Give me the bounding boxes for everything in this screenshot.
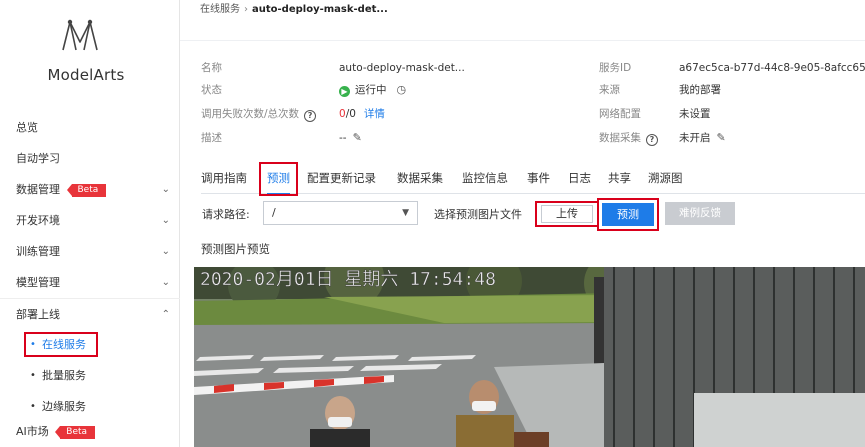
sidebar-item-ai-market[interactable]: AI市场 Beta — [0, 422, 180, 442]
source-label: 来源 — [599, 84, 620, 96]
sidebar-item-label: 开发环境 — [16, 214, 60, 227]
file-label: 选择预测图片文件 — [434, 208, 522, 221]
beta-badge: Beta — [66, 183, 107, 197]
running-icon: ▶ — [339, 86, 350, 97]
service-id-label: 服务ID — [599, 62, 632, 74]
sidebar-subitem-batch-service[interactable]: • 批量服务 — [0, 360, 180, 391]
chevron-up-icon: ⌃ — [161, 309, 170, 320]
path-select[interactable]: / ▼ — [263, 201, 418, 225]
sidebar-subitem-label: 批量服务 — [42, 369, 86, 382]
hard-example-feedback-button[interactable]: 难例反馈 — [665, 202, 735, 225]
sidebar-item-label: 总览 — [16, 121, 38, 134]
edit-icon[interactable]: ✎ — [353, 128, 362, 148]
name-label: 名称 — [201, 62, 222, 74]
upload-button-label: 上传 — [556, 207, 578, 220]
sidebar-item-label: 部署上线 — [16, 308, 60, 321]
preview-scene: 2020-02月01日 星期六 17:54:48 — [194, 267, 865, 447]
sidebar-item-label: 模型管理 — [16, 276, 60, 289]
path-label: 请求路径: — [202, 208, 250, 221]
bullet-icon: • — [30, 401, 36, 412]
desc-label: 描述 — [201, 132, 222, 144]
bullet-icon: • — [30, 370, 36, 381]
sidebar-item-model-management[interactable]: 模型管理 ⌄ — [0, 267, 180, 298]
chevron-down-icon: ⌄ — [161, 184, 170, 195]
sidebar-item-label: AI市场 — [16, 425, 49, 438]
status-value-wrap: ▶ 运行中 ◷ — [339, 80, 406, 100]
beta-badge: Beta — [55, 425, 96, 439]
tab-call-guide[interactable]: 调用指南 — [201, 166, 247, 194]
calls-value-wrap: 0/0 详情 — [339, 104, 385, 124]
desc-value: -- — [339, 132, 347, 144]
sidebar-item-overview[interactable]: 总览 — [0, 112, 180, 143]
breadcrumb: 在线服务 › auto-deploy-mask-det... — [200, 0, 388, 15]
help-icon[interactable]: ? — [304, 110, 317, 122]
tab-lineage[interactable]: 溯源图 — [648, 166, 683, 194]
divider — [180, 40, 865, 41]
timestamp-overlay: 2020-02月01日 星期六 17:54:48 — [200, 269, 496, 290]
tab-logs[interactable]: 日志 — [568, 166, 591, 194]
status-value: 运行中 — [355, 84, 387, 96]
calls-detail-link[interactable]: 详情 — [364, 108, 385, 120]
network-label: 网络配置 — [599, 108, 641, 120]
status-label: 状态 — [201, 84, 222, 96]
tab-predict[interactable]: 预测 — [259, 162, 298, 196]
service-id-value: a67ec5ca-b77d-44c8-9e05-8afcc65493 — [679, 62, 865, 74]
alarm-clock-icon[interactable]: ◷ — [397, 80, 407, 100]
sidebar-item-auto-learning[interactable]: 自动学习 — [0, 143, 180, 174]
collect-value-wrap: 未开启 ✎ — [679, 128, 726, 148]
network-value: 未设置 — [679, 108, 711, 120]
breadcrumb-parent[interactable]: 在线服务 — [200, 4, 240, 15]
main-content: 在线服务 › auto-deploy-mask-det... 名称 auto-dep… — [180, 0, 865, 447]
tab-config-history[interactable]: 配置更新记录 — [307, 166, 376, 194]
app-name: ModelArts — [47, 66, 125, 84]
tab-bar: 调用指南 预测 配置更新记录 数据采集 监控信息 事件 日志 共享 溯源图 — [201, 162, 865, 196]
source-value: 我的部署 — [679, 84, 721, 96]
calls-label-wrap: 调用失败次数/总次数? — [201, 104, 317, 124]
upload-button[interactable]: 上传 — [535, 201, 599, 227]
chevron-down-icon: ⌄ — [161, 215, 170, 226]
desc-value-wrap: -- ✎ — [339, 128, 362, 148]
chevron-down-icon: ⌄ — [161, 277, 170, 288]
tab-monitoring[interactable]: 监控信息 — [462, 166, 508, 194]
modelarts-logo-icon — [62, 19, 98, 51]
preview-image: 2020-02月01日 星期六 17:54:48 — [194, 267, 865, 447]
caret-down-icon: ▼ — [402, 208, 409, 218]
logo[interactable]: ModelArts — [0, 0, 180, 110]
collect-value: 未开启 — [679, 132, 711, 144]
calls-label: 调用失败次数/总次数 — [201, 108, 300, 120]
sidebar-item-dev-environment[interactable]: 开发环境 ⌄ — [0, 205, 180, 236]
tab-events[interactable]: 事件 — [527, 166, 550, 194]
help-icon[interactable]: ? — [646, 134, 658, 146]
sidebar-item-data-management[interactable]: 数据管理 Beta ⌄ — [0, 174, 180, 205]
sidebar: ModelArts 总览 自动学习 数据管理 Beta ⌄ 开发环境 ⌄ 训练管… — [0, 0, 180, 447]
sidebar-item-deploy[interactable]: 部署上线 ⌃ — [0, 298, 180, 329]
tab-share[interactable]: 共享 — [608, 166, 631, 194]
path-select-value: / — [272, 206, 276, 219]
predict-button[interactable]: 预测 — [597, 198, 659, 231]
sidebar-item-label: 训练管理 — [16, 245, 60, 258]
collect-label-wrap: 数据采集? — [599, 128, 658, 148]
chevron-down-icon: ⌄ — [161, 246, 170, 257]
edit-icon[interactable]: ✎ — [717, 128, 726, 148]
calls-total: /0 — [345, 108, 356, 120]
breadcrumb-current: auto-deploy-mask-det... — [252, 4, 388, 15]
predict-button-label: 预测 — [602, 203, 654, 226]
sidebar-subitem-label: 边缘服务 — [42, 400, 86, 413]
highlight-box — [259, 162, 298, 196]
sidebar-item-label: 数据管理 — [16, 183, 60, 196]
calls-failed: 0 — [339, 108, 346, 120]
tab-data-collection[interactable]: 数据采集 — [397, 166, 443, 194]
preview-title: 预测图片预览 — [201, 242, 270, 256]
sidebar-nav: 总览 自动学习 数据管理 Beta ⌄ 开发环境 ⌄ 训练管理 ⌄ 模型管理 ⌄… — [0, 112, 180, 442]
sidebar-subitem-online-service[interactable]: • 在线服务 — [0, 329, 180, 360]
collect-label: 数据采集 — [599, 132, 641, 144]
sidebar-subitem-edge-service[interactable]: • 边缘服务 — [0, 391, 180, 422]
sidebar-item-label: 自动学习 — [16, 152, 60, 165]
sidebar-item-training[interactable]: 训练管理 ⌄ — [0, 236, 180, 267]
name-value: auto-deploy-mask-det... — [339, 62, 465, 74]
bullet-icon: • — [30, 339, 36, 350]
breadcrumb-separator-icon: › — [244, 4, 248, 15]
